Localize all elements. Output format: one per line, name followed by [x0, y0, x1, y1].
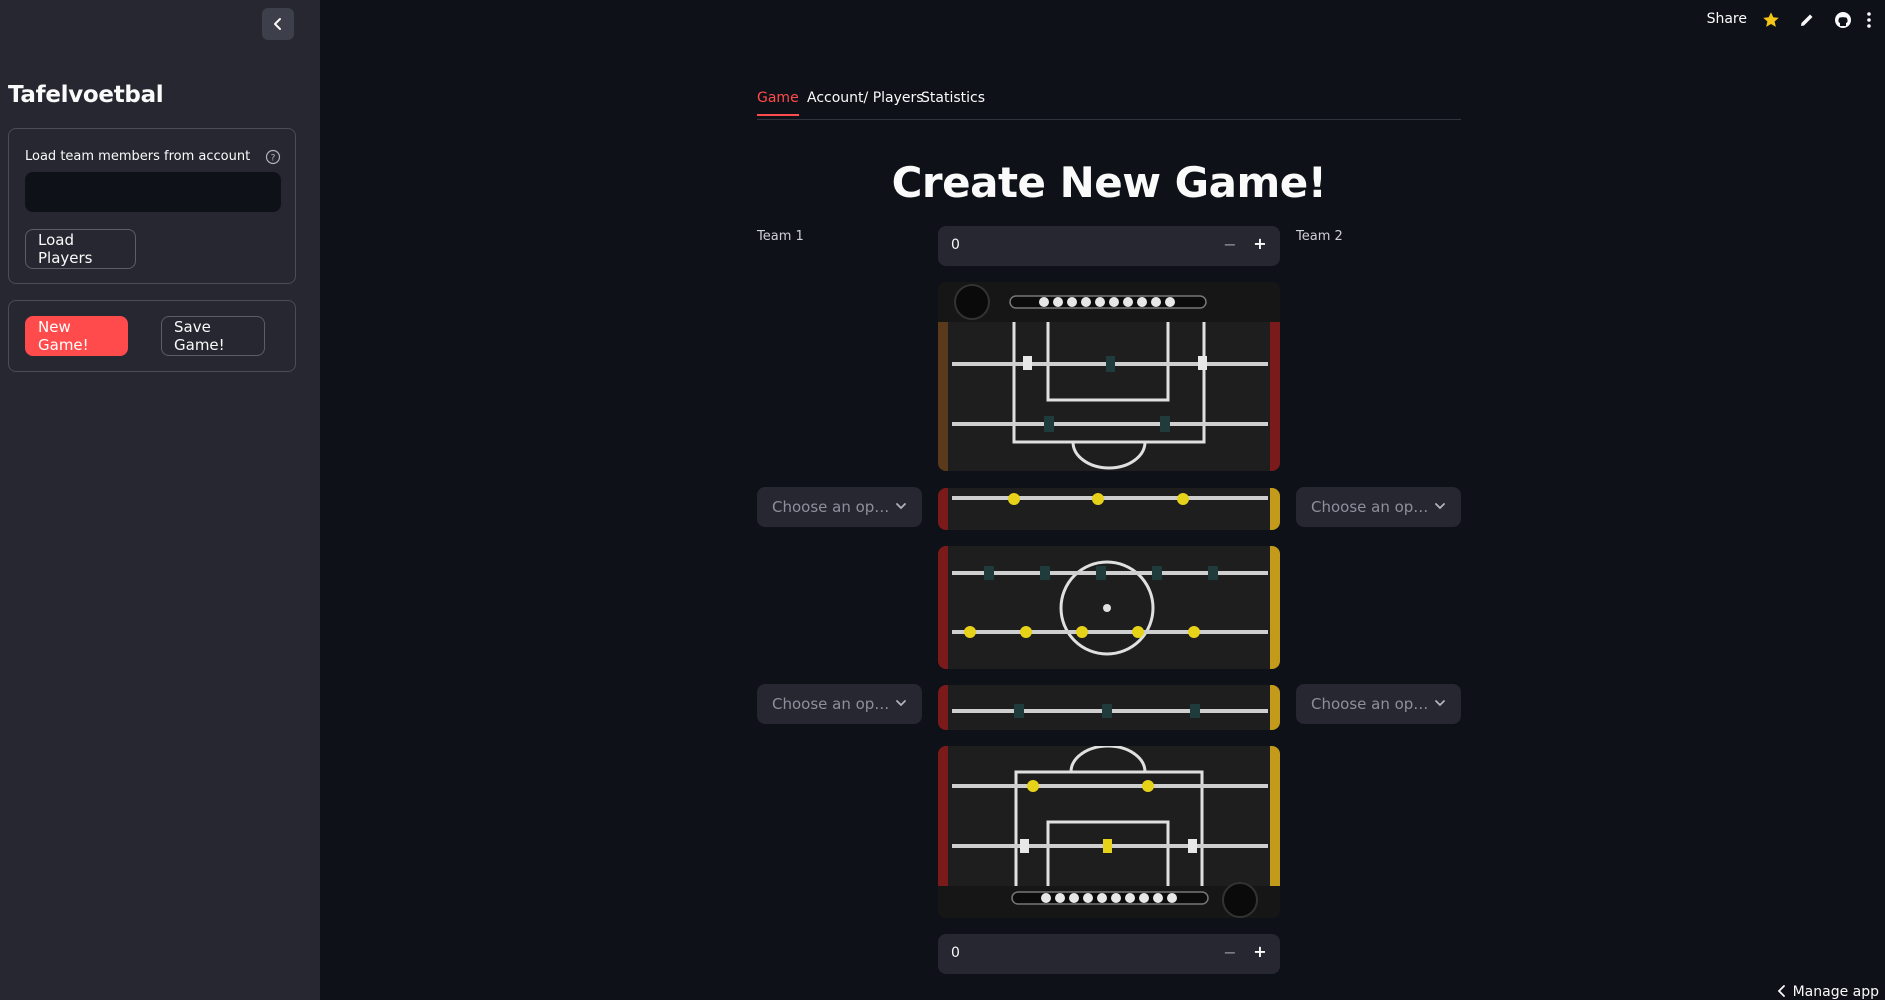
team1-label: Team 1 [757, 229, 804, 244]
star-icon[interactable] [1761, 10, 1781, 30]
chevron-down-icon [896, 700, 906, 707]
account-field-label: Load team members from account [25, 149, 251, 164]
table-image-top-goal [938, 282, 1280, 471]
decrement-button[interactable]: − [1220, 235, 1240, 255]
increment-button[interactable]: + [1250, 942, 1270, 962]
select-value: Choose an op… [772, 498, 890, 516]
manage-app-button[interactable]: Manage app [1793, 984, 1879, 1000]
chevron-down-icon [896, 503, 906, 510]
score-bottom-stepper[interactable]: 0 − + [938, 934, 1280, 974]
load-players-button[interactable]: Load Players [25, 229, 136, 269]
tab-bar: Game Account/ Players Statistics [757, 80, 1461, 120]
svg-text:?: ? [271, 154, 276, 164]
sidebar: Tafelvoetbal Load team members from acco… [0, 0, 320, 1000]
team1-player2-select[interactable]: Choose an op… [757, 684, 922, 724]
app-title: Tafelvoetbal [8, 82, 164, 108]
tab-statistics[interactable]: Statistics [921, 90, 985, 114]
score-top-stepper[interactable]: 0 − + [938, 226, 1280, 266]
chevron-left-icon [274, 18, 281, 30]
tab-account-players[interactable]: Account/ Players [807, 90, 924, 114]
more-menu-icon[interactable] [1859, 10, 1879, 30]
score-bottom-value[interactable]: 0 [951, 945, 960, 961]
new-game-button[interactable]: New Game! [25, 316, 128, 356]
select-value: Choose an op… [1311, 498, 1429, 516]
load-players-form: Load team members from account ? Load Pl… [8, 128, 296, 284]
team2-player2-select[interactable]: Choose an op… [1296, 684, 1461, 724]
table-image-midfield [938, 546, 1280, 669]
select-value: Choose an op… [772, 695, 890, 713]
share-link[interactable]: Share [1707, 11, 1747, 27]
increment-button[interactable]: + [1250, 234, 1270, 254]
team2-label: Team 2 [1296, 229, 1343, 244]
select-value: Choose an op… [1311, 695, 1429, 713]
edit-icon[interactable] [1797, 10, 1817, 30]
score-top-value[interactable]: 0 [951, 237, 960, 253]
team2-player1-select[interactable]: Choose an op… [1296, 487, 1461, 527]
chevron-down-icon [1435, 503, 1445, 510]
chevron-down-icon [1435, 700, 1445, 707]
account-input[interactable] [25, 172, 281, 212]
table-image-rod-team2-a [938, 685, 1280, 730]
collapse-sidebar-button[interactable] [262, 8, 294, 40]
github-icon[interactable] [1833, 10, 1853, 30]
chevron-left-icon[interactable] [1775, 984, 1789, 998]
save-game-button[interactable]: Save Game! [161, 316, 265, 356]
page-title: Create New Game! [891, 158, 1327, 207]
table-image-bottom-goal [938, 746, 1280, 918]
help-icon[interactable]: ? [265, 149, 281, 165]
team1-player1-select[interactable]: Choose an op… [757, 487, 922, 527]
decrement-button[interactable]: − [1220, 943, 1240, 963]
table-image-rod-team1-a [938, 488, 1280, 530]
tab-game[interactable]: Game [757, 90, 799, 116]
game-actions: New Game! Save Game! [8, 300, 296, 372]
